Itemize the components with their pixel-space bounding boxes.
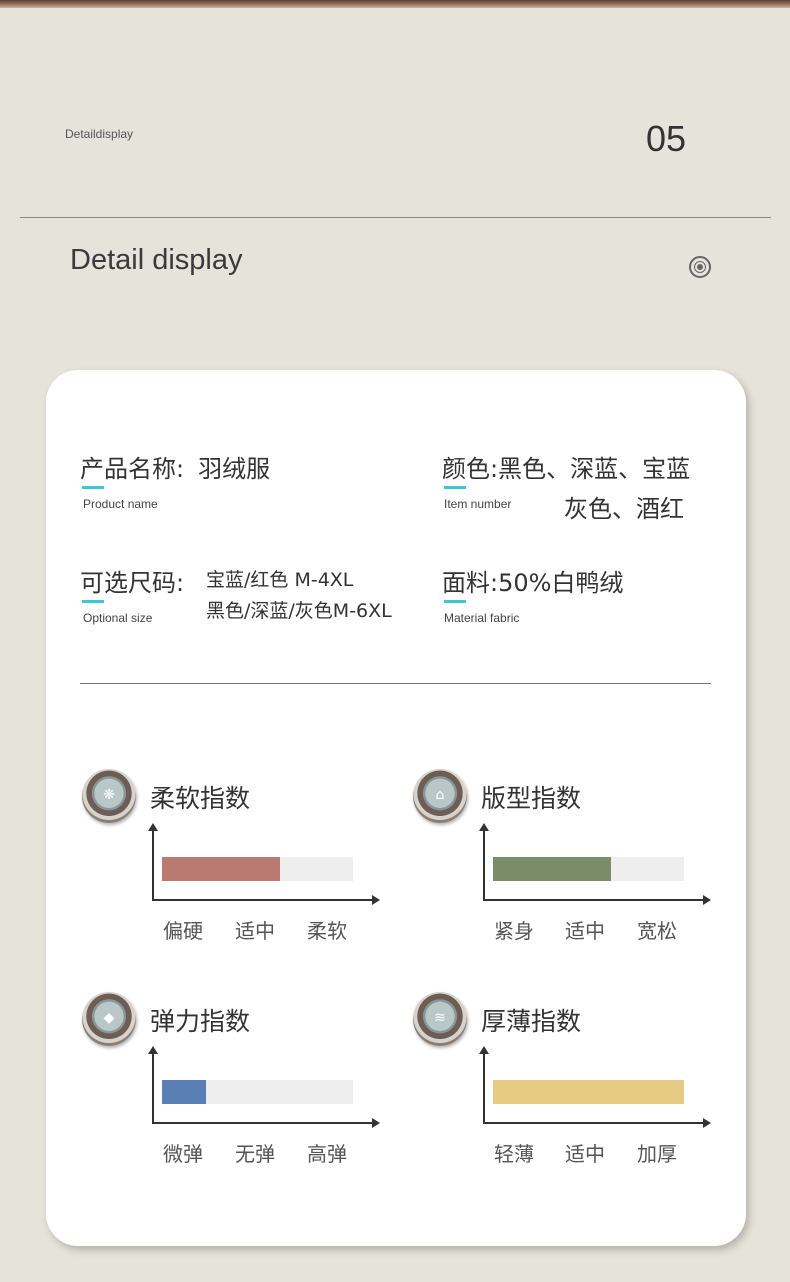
header-divider — [20, 217, 771, 218]
gauge-title: 版型指数 — [481, 784, 582, 813]
x-axis — [152, 1118, 380, 1128]
tick-label-high: 宽松 — [637, 919, 677, 943]
product-name-value: 羽绒服 — [198, 455, 271, 483]
x-axis — [152, 895, 380, 905]
fabric-row: 面料:50%白鸭绒 — [442, 563, 623, 598]
tshirt-icon: ⌂ — [413, 769, 467, 823]
tick-label-mid: 无弹 — [235, 1142, 275, 1166]
y-axis — [148, 823, 158, 901]
color-en: Item number — [444, 497, 512, 511]
size-en: Optional size — [83, 611, 153, 625]
product-name-row: 产品名称: 羽绒服 — [80, 449, 270, 484]
gauge-title: 弹力指数 — [150, 1007, 251, 1036]
x-axis — [483, 895, 711, 905]
color-label: 颜色: — [442, 455, 499, 483]
gauge-track — [493, 1080, 684, 1104]
product-name-underline — [82, 486, 104, 489]
card-divider — [80, 683, 711, 684]
layers-icon: ≋ — [413, 992, 467, 1046]
y-axis — [479, 1046, 489, 1124]
gauge-track — [162, 857, 353, 881]
tick-label-low: 紧身 — [494, 919, 534, 943]
section-title: Detail display — [70, 244, 243, 276]
tick-label-mid: 适中 — [565, 919, 605, 943]
tick-label-mid: 适中 — [565, 1142, 605, 1166]
color-value-2: 灰色、酒红 — [564, 495, 684, 523]
gauge-fill — [493, 857, 612, 881]
size-value-2: 黑色/深蓝/灰色M-6XL — [206, 600, 392, 622]
page-number: 05 — [646, 118, 687, 159]
tick-label-high: 柔软 — [307, 919, 347, 943]
tick-label-low: 偏硬 — [163, 919, 203, 943]
tick-label-low: 轻薄 — [494, 1142, 534, 1166]
color-underline — [444, 486, 466, 489]
tick-label-low: 微弹 — [163, 1142, 203, 1166]
fabric-value: 50%白鸭绒 — [498, 569, 624, 597]
target-icon — [689, 256, 711, 278]
top-decorative-strip — [0, 0, 790, 8]
gauge-track — [162, 1080, 353, 1104]
fabric-label: 面料: — [442, 569, 499, 597]
gauge-fill — [493, 1080, 684, 1104]
gauge-track — [493, 857, 684, 881]
fabric-underline — [444, 600, 466, 603]
product-name-label: 产品名称: — [80, 455, 185, 483]
size-underline — [82, 600, 104, 603]
gauge-title: 柔软指数 — [150, 784, 251, 813]
size-value-1: 宝蓝/红色 M-4XL — [206, 569, 354, 591]
y-axis — [148, 1046, 158, 1124]
fabric-en: Material fabric — [444, 611, 520, 625]
tick-label-high: 加厚 — [637, 1142, 677, 1166]
size-label: 可选尺码: — [80, 569, 185, 597]
x-axis — [483, 1118, 711, 1128]
feather-icon: ❋ — [82, 769, 136, 823]
color-value-1: 黑色、深蓝、宝蓝 — [498, 455, 691, 483]
tick-label-mid: 适中 — [235, 919, 275, 943]
header-small-label: Detaildisplay — [65, 127, 134, 141]
gauge-fill — [162, 1080, 206, 1104]
product-name-en: Product name — [83, 497, 158, 511]
color-row: 颜色:黑色、深蓝、宝蓝 — [442, 449, 690, 484]
y-axis — [479, 823, 489, 901]
gauge-fill — [162, 857, 281, 881]
tick-label-high: 高弹 — [307, 1142, 347, 1166]
elastic-icon: ◆ — [82, 992, 136, 1046]
gauge-title: 厚薄指数 — [481, 1007, 582, 1036]
